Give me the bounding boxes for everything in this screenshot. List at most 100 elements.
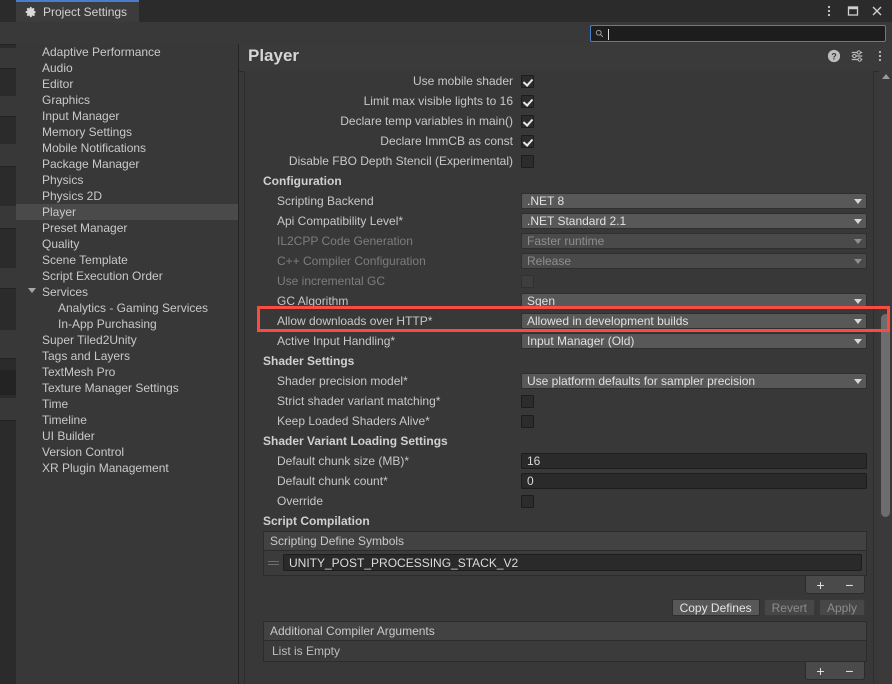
setting-row[interactable]: Active Input Handling* Input Manager (Old… bbox=[245, 331, 873, 351]
sidebar-item-in-app-purchasing[interactable]: In-App Purchasing bbox=[16, 316, 238, 332]
define-symbol-input[interactable]: UNITY_POST_PROCESSING_STACK_V2 bbox=[283, 554, 862, 571]
sidebar-item-label: Audio bbox=[42, 61, 73, 75]
copy-defines-button[interactable]: Copy Defines bbox=[671, 599, 760, 616]
sidebar-item-preset-manager[interactable]: Preset Manager bbox=[16, 220, 238, 236]
list-item[interactable]: UNITY_POST_PROCESSING_STACK_V2 bbox=[268, 554, 862, 571]
sidebar-item-label: Time bbox=[42, 397, 69, 411]
sidebar-item-label: Preset Manager bbox=[42, 221, 128, 235]
chevron-down-icon[interactable] bbox=[28, 288, 36, 293]
sidebar-item-textmesh-pro[interactable]: TextMesh Pro bbox=[16, 364, 238, 380]
setting-dropdown[interactable]: .NET 8 bbox=[521, 193, 867, 209]
setting-checkbox[interactable] bbox=[521, 134, 534, 148]
setting-text-input[interactable]: 16 bbox=[521, 453, 867, 469]
dropdown-value: .NET 8 bbox=[527, 194, 565, 208]
setting-row[interactable]: Declare ImmCB as const bbox=[245, 131, 873, 151]
sidebar-item-quality[interactable]: Quality bbox=[16, 236, 238, 252]
sidebar-item-adaptive-performance[interactable]: Adaptive Performance bbox=[16, 44, 238, 60]
sidebar-item-super-tiled2unity[interactable]: Super Tiled2Unity bbox=[16, 332, 238, 348]
sidebar-item-physics-2d[interactable]: Physics 2D bbox=[16, 188, 238, 204]
setting-dropdown[interactable]: .NET Standard 2.1 bbox=[521, 213, 867, 229]
sidebar-item-graphics[interactable]: Graphics bbox=[16, 92, 238, 108]
setting-row: IL2CPP Code Generation Faster runtime bbox=[245, 231, 873, 251]
setting-row[interactable]: Use mobile shader bbox=[245, 71, 873, 91]
sidebar-item-ui-builder[interactable]: UI Builder bbox=[16, 428, 238, 444]
setting-checkbox[interactable] bbox=[521, 114, 534, 128]
tab-project-settings[interactable]: Project Settings bbox=[16, 0, 140, 22]
sidebar-item-label: Player bbox=[42, 205, 77, 219]
setting-dropdown[interactable]: Use platform defaults for sampler precis… bbox=[521, 373, 867, 389]
sidebar-item-services[interactable]: Services bbox=[16, 284, 238, 300]
dropdown-value: Release bbox=[527, 254, 572, 268]
setting-row[interactable]: Disable FBO Depth Stencil (Experimental) bbox=[245, 151, 873, 171]
setting-row[interactable]: Strict shader variant matching* bbox=[245, 391, 873, 411]
setting-dropdown[interactable]: Allowed in development builds bbox=[521, 313, 867, 329]
setting-text-input[interactable]: 0 bbox=[521, 473, 867, 489]
settings-category-list[interactable]: Adaptive Performance Audio Editor Graphics I… bbox=[16, 44, 239, 684]
sidebar-item-package-manager[interactable]: Package Manager bbox=[16, 156, 238, 172]
setting-checkbox[interactable] bbox=[521, 154, 534, 168]
setting-row[interactable]: Default chunk count* 0 bbox=[245, 471, 873, 491]
setting-row[interactable]: Allow downloads over HTTP* Allowed in dev… bbox=[245, 311, 873, 331]
sidebar-item-time[interactable]: Time bbox=[16, 396, 238, 412]
scroll-up-arrow-icon[interactable] bbox=[882, 74, 890, 79]
sidebar-item-script-execution-order[interactable]: Script Execution Order bbox=[16, 268, 238, 284]
setting-row[interactable]: Api Compatibility Level* .NET Standard 2.… bbox=[245, 211, 873, 231]
sidebar-item-tags-and-layers[interactable]: Tags and Layers bbox=[16, 348, 238, 364]
sidebar-item-scene-template[interactable]: Scene Template bbox=[16, 252, 238, 268]
setting-row[interactable]: Override bbox=[245, 491, 873, 511]
window-controls bbox=[818, 0, 888, 22]
setting-checkbox[interactable] bbox=[521, 94, 534, 108]
sidebar-item-xr-plugin-management[interactable]: XR Plugin Management bbox=[16, 460, 238, 476]
setting-row[interactable]: Declare temp variables in main() bbox=[245, 111, 873, 131]
sidebar-item-input-manager[interactable]: Input Manager bbox=[16, 108, 238, 124]
setting-dropdown[interactable]: Sgen bbox=[521, 293, 867, 309]
add-argument-button[interactable]: + bbox=[806, 662, 835, 679]
text-caret bbox=[608, 29, 609, 40]
search-field[interactable] bbox=[590, 25, 886, 42]
help-icon[interactable]: ? bbox=[827, 49, 841, 63]
setting-checkbox[interactable] bbox=[521, 394, 534, 408]
setting-checkbox[interactable] bbox=[521, 494, 534, 508]
setting-label: Keep Loaded Shaders Alive* bbox=[277, 414, 430, 428]
sidebar-item-texture-manager-settings[interactable]: Texture Manager Settings bbox=[16, 380, 238, 396]
context-menu-icon[interactable] bbox=[873, 49, 887, 63]
close-icon[interactable] bbox=[866, 1, 888, 21]
maximize-icon[interactable] bbox=[842, 1, 864, 21]
setting-row: C++ Compiler Configuration Release bbox=[245, 251, 873, 271]
vertical-scrollbar[interactable] bbox=[879, 71, 892, 684]
sidebar-item-mobile-notifications[interactable]: Mobile Notifications bbox=[16, 140, 238, 156]
setting-row[interactable]: Shader precision model* Use platform defa… bbox=[245, 371, 873, 391]
search-icon bbox=[595, 29, 604, 38]
section-heading-script-compilation: Script Compilation bbox=[263, 514, 370, 528]
setting-label: Active Input Handling* bbox=[277, 334, 396, 348]
add-define-button[interactable]: + bbox=[806, 576, 835, 593]
sidebar-item-timeline[interactable]: Timeline bbox=[16, 412, 238, 428]
sidebar-item-version-control[interactable]: Version Control bbox=[16, 444, 238, 460]
sidebar-item-physics[interactable]: Physics bbox=[16, 172, 238, 188]
setting-checkbox[interactable] bbox=[521, 414, 534, 428]
remove-define-button[interactable]: − bbox=[835, 576, 864, 593]
scrollbar-thumb[interactable] bbox=[881, 314, 890, 517]
sidebar-item-analytics-gaming-services[interactable]: Analytics - Gaming Services bbox=[16, 300, 238, 316]
setting-row[interactable]: Scripting Backend .NET 8 bbox=[245, 191, 873, 211]
sidebar-item-label: XR Plugin Management bbox=[42, 461, 169, 475]
chevron-down-icon bbox=[854, 298, 862, 304]
setting-row[interactable]: GC Algorithm Sgen bbox=[245, 291, 873, 311]
sidebar-item-label: Input Manager bbox=[42, 109, 120, 123]
preset-icon[interactable] bbox=[850, 49, 864, 63]
sidebar-item-player[interactable]: Player bbox=[16, 204, 238, 220]
sidebar-item-audio[interactable]: Audio bbox=[16, 60, 238, 76]
search-input[interactable] bbox=[607, 26, 881, 41]
setting-dropdown: Faster runtime bbox=[521, 233, 867, 249]
remove-argument-button[interactable]: − bbox=[835, 662, 864, 679]
setting-row[interactable]: Default chunk size (MB)* 16 bbox=[245, 451, 873, 471]
setting-dropdown[interactable]: Input Manager (Old) bbox=[521, 333, 867, 349]
setting-row[interactable]: Limit max visible lights to 16 bbox=[245, 91, 873, 111]
sidebar-item-memory-settings[interactable]: Memory Settings bbox=[16, 124, 238, 140]
drag-handle-icon[interactable] bbox=[268, 557, 279, 569]
setting-checkbox[interactable] bbox=[521, 74, 534, 88]
more-menu-icon[interactable] bbox=[818, 1, 840, 21]
setting-row[interactable]: Keep Loaded Shaders Alive* bbox=[245, 411, 873, 431]
sidebar-item-editor[interactable]: Editor bbox=[16, 76, 238, 92]
chevron-down-icon bbox=[854, 318, 862, 324]
